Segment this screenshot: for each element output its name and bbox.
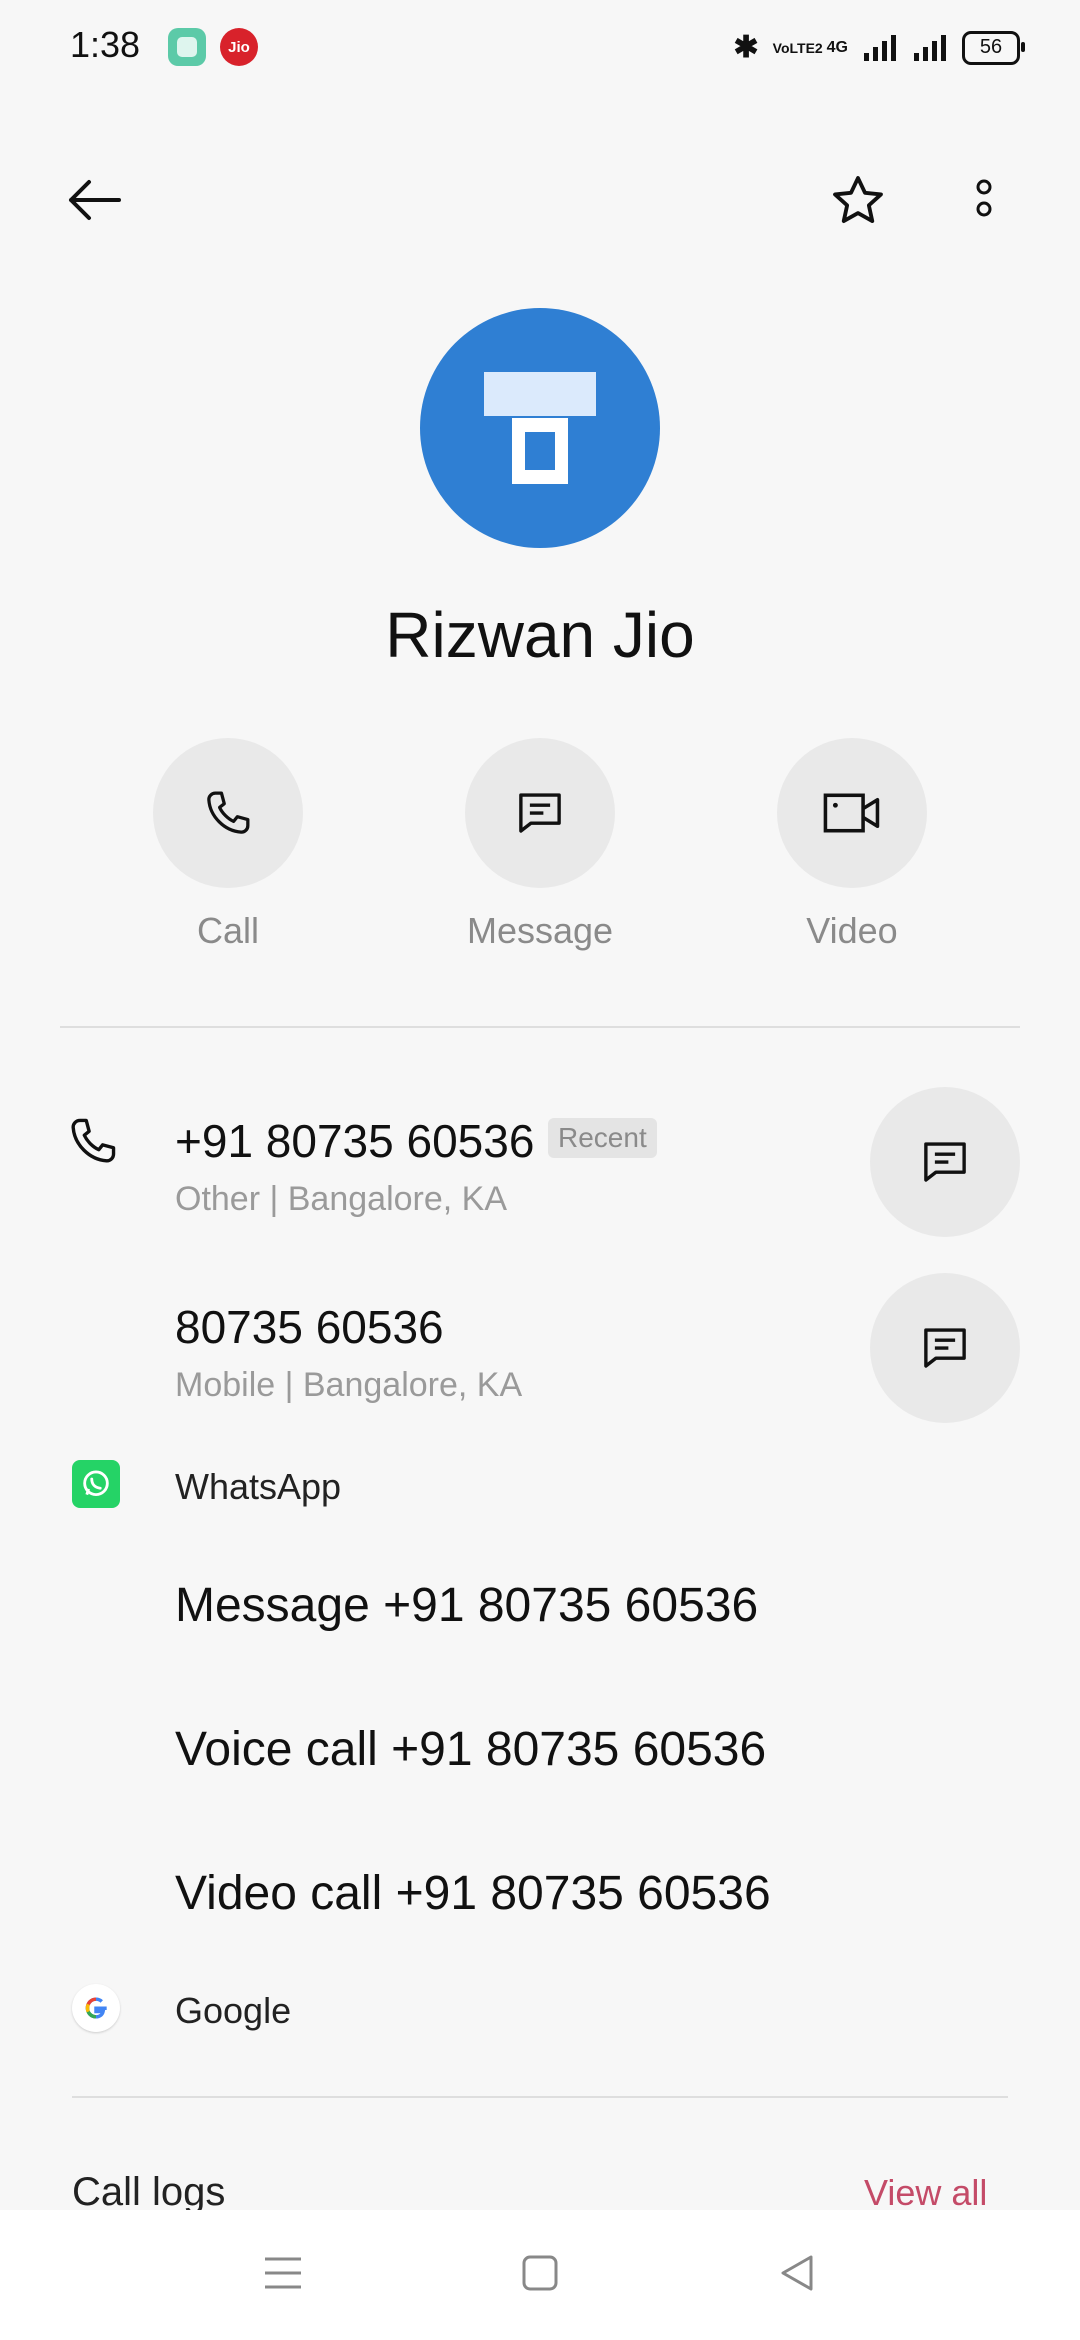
video-button[interactable] xyxy=(777,738,927,888)
status-icons: ✱ VoLTE2 4G 56 xyxy=(733,30,1025,65)
more-options-button[interactable] xyxy=(960,170,1008,234)
phone-icon xyxy=(207,791,250,834)
status-time: 1:38 xyxy=(70,24,141,65)
phone-number-detail: Mobile | Bangalore, KA xyxy=(175,1366,523,1404)
battery-icon: 56 xyxy=(962,30,1025,65)
star-icon xyxy=(833,176,883,223)
contact-name: Rizwan Jio xyxy=(385,599,695,671)
volte-icon: VoLTE2 xyxy=(772,39,823,56)
message-label: Message xyxy=(466,910,614,951)
recent-badge: Recent xyxy=(548,1118,657,1158)
battery-level: 56 xyxy=(979,36,1003,58)
back-button[interactable] xyxy=(60,170,130,230)
divider xyxy=(60,1026,1020,1028)
message-icon xyxy=(519,793,561,833)
phone-number-detail: Other | Bangalore, KA xyxy=(175,1180,508,1218)
whatsapp-voice-call-option[interactable]: Voice call +91 80735 60536 xyxy=(175,1722,766,1777)
message-icon xyxy=(924,1142,966,1182)
call-label: Call xyxy=(196,910,259,951)
phone-number: +91 80735 60536 xyxy=(175,1115,535,1167)
jio-notification-icon: Jio xyxy=(220,28,258,66)
phone-number: 80735 60536 xyxy=(175,1301,444,1353)
video-camera-icon xyxy=(823,793,880,833)
whatsapp-icon xyxy=(72,1460,120,1508)
message-button[interactable] xyxy=(465,738,615,888)
contact-avatar-icon xyxy=(484,372,596,484)
call-logs-title: Call logs xyxy=(72,2170,226,2214)
bluetooth-icon: ✱ xyxy=(733,31,759,64)
signal-icon-1 xyxy=(864,34,896,61)
more-vert-icon xyxy=(976,179,992,217)
video-label: Video xyxy=(806,910,898,951)
message-number-button[interactable] xyxy=(870,1087,1020,1237)
message-number-button[interactable] xyxy=(870,1273,1020,1423)
recent-apps-button[interactable] xyxy=(250,2240,316,2306)
whatsapp-video-call-option[interactable]: Video call +91 80735 60536 xyxy=(175,1866,771,1921)
square-icon xyxy=(522,2255,558,2291)
divider xyxy=(72,2096,1008,2098)
back-nav-button[interactable] xyxy=(764,2240,830,2306)
system-nav-bar xyxy=(0,2210,1080,2340)
triangle-back-icon xyxy=(781,2255,813,2291)
whatsapp-label: WhatsApp xyxy=(175,1466,342,1507)
app-notification-icon xyxy=(168,28,206,66)
google-label: Google xyxy=(175,1990,292,2031)
view-all-link[interactable]: View all xyxy=(864,2172,987,2214)
whatsapp-message-option[interactable]: Message +91 80735 60536 xyxy=(175,1578,758,1633)
message-icon xyxy=(924,1328,966,1368)
network-type: 4G xyxy=(826,38,848,56)
back-arrow-icon xyxy=(69,180,121,220)
contact-avatar xyxy=(420,308,660,548)
home-button[interactable] xyxy=(507,2240,573,2306)
call-button[interactable] xyxy=(153,738,303,888)
favorite-button[interactable] xyxy=(825,168,891,234)
phone-icon xyxy=(64,1112,122,1175)
menu-icon xyxy=(265,2257,301,2289)
signal-icon-2 xyxy=(914,34,946,61)
google-icon xyxy=(72,1984,120,2032)
